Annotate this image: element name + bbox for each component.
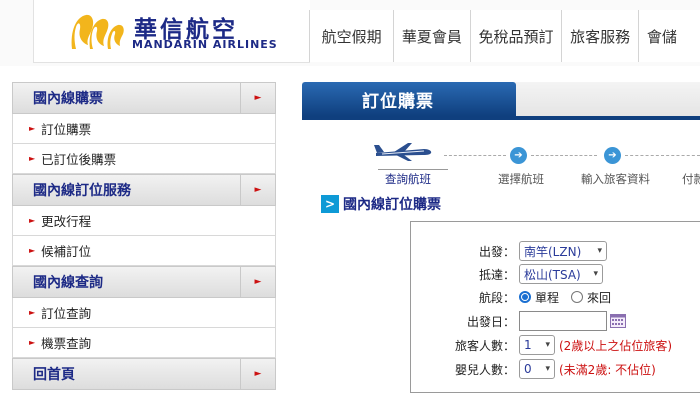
- bullet-arrow-icon: ►: [29, 308, 36, 317]
- arrow-right-icon: ►: [240, 83, 275, 113]
- chevron-right-icon: >: [321, 195, 339, 213]
- round-trip-label: 來回: [587, 290, 612, 305]
- step-select-flight: 選擇航班: [498, 172, 544, 186]
- infants-value: 0: [524, 362, 532, 376]
- sidebar-section-label: 國內線查詢: [33, 275, 103, 291]
- step-connector: [531, 155, 597, 156]
- chevron-down-icon: ▾: [545, 340, 550, 350]
- chevron-down-icon: ▾: [545, 364, 550, 374]
- airplane-icon: [374, 143, 432, 161]
- section-title: > 國內線訂位購票: [321, 193, 441, 215]
- passengers-note: (2歲以上之佔位旅客): [559, 338, 672, 353]
- sidebar-item-label: 訂位購票: [41, 122, 92, 137]
- trip-type-row: 航段： 單程 來回: [411, 286, 700, 308]
- tab-book-ticket[interactable]: 訂位購票: [302, 82, 516, 116]
- bullet-arrow-icon: ►: [29, 124, 36, 133]
- arrow-right-circle-icon: ➔: [510, 147, 527, 164]
- section-title-text: 國內線訂位購票: [343, 197, 441, 213]
- step-search-flight: 查詢航班: [385, 172, 431, 186]
- sidebar-item-ticket-inquiry[interactable]: ► 機票查詢: [12, 328, 276, 358]
- step-active-underline: [378, 169, 448, 170]
- top-nav-service[interactable]: 旅客服務: [561, 10, 638, 62]
- infants-select[interactable]: 0 ▾: [519, 359, 555, 379]
- sidebar-item-label: 已訂位後購票: [41, 152, 117, 167]
- passengers-value: 1: [524, 338, 532, 352]
- bullet-arrow-icon: ►: [29, 154, 36, 163]
- chevron-down-icon: ▾: [597, 246, 602, 256]
- chevron-down-icon: ▾: [593, 269, 598, 279]
- arrow-right-circle-icon: ➔: [604, 147, 621, 164]
- step-payment: 付款: [682, 172, 700, 186]
- passengers-row: 旅客人數： 1 ▾ (2歲以上之佔位旅客): [411, 334, 700, 356]
- step-connector: [444, 155, 506, 156]
- mandarin-airlines-logo-icon: [71, 14, 124, 50]
- one-way-radio[interactable]: [519, 291, 531, 303]
- sidebar-section-label: 國內線購票: [33, 91, 103, 107]
- passengers-label: 旅客人數：: [454, 338, 515, 353]
- sidebar-item-booking-inquiry[interactable]: ► 訂位查詢: [12, 298, 276, 328]
- sidebar-item-waitlist[interactable]: ► 候補訂位: [12, 236, 276, 266]
- booking-steps: ➔ ➔ 查詢航班 選擇航班 輸入旅客資料 付款: [372, 138, 700, 188]
- sidebar-item-label: 更改行程: [41, 214, 92, 229]
- departure-row: 出發： 南竿(LZN) ▾: [411, 240, 700, 262]
- arrow-right-icon: ►: [240, 267, 275, 297]
- infants-row: 嬰兒人數： 0 ▾ (未滿2歲: 不佔位): [411, 358, 700, 380]
- arrow-right-icon: ►: [240, 175, 275, 205]
- sidebar-item-book-ticket[interactable]: ► 訂位購票: [12, 114, 276, 144]
- date-label: 出發日：: [466, 314, 515, 329]
- bullet-arrow-icon: ►: [29, 216, 36, 225]
- passengers-select[interactable]: 1 ▾: [519, 335, 555, 355]
- sidebar-item-label: 訂位查詢: [41, 306, 92, 321]
- top-nav-truncated[interactable]: 會儲: [637, 10, 700, 62]
- sidebar-item-label: 機票查詢: [41, 336, 92, 351]
- round-trip-radio[interactable]: [571, 291, 584, 303]
- brand-name-en: MANDARIN AIRLINES: [132, 38, 278, 51]
- trip-type-label: 航段：: [478, 290, 515, 305]
- bullet-arrow-icon: ►: [29, 338, 36, 347]
- sidebar-section-domestic-ticket[interactable]: 國內線購票 ►: [12, 82, 276, 114]
- sidebar: 國內線購票 ► ► 訂位購票 ► 已訂位後購票 國內線訂位服務 ► ► 更改行程…: [12, 82, 276, 390]
- calendar-icon[interactable]: [610, 314, 626, 328]
- step-connector: [625, 155, 700, 156]
- departure-select[interactable]: 南竿(LZN) ▾: [519, 241, 607, 261]
- brand-logo[interactable]: 華信航空 MANDARIN AIRLINES: [33, 0, 310, 63]
- arrow-right-icon: ►: [240, 359, 275, 389]
- sidebar-section-booking-service[interactable]: 國內線訂位服務 ►: [12, 174, 276, 206]
- departure-value: 南竿(LZN): [524, 244, 582, 259]
- bullet-arrow-icon: ►: [29, 246, 36, 255]
- top-nav-dutyfree[interactable]: 免稅品預訂: [469, 10, 562, 62]
- departure-label: 出發：: [478, 244, 515, 259]
- step-passenger-info: 輸入旅客資料: [581, 172, 650, 186]
- sidebar-section-label: 國內線訂位服務: [33, 183, 131, 199]
- infants-note: (未滿2歲: 不佔位): [559, 362, 656, 377]
- arrival-label: 抵達：: [478, 267, 515, 282]
- sidebar-section-inquiry[interactable]: 國內線查詢 ►: [12, 266, 276, 298]
- sidebar-item-change-itinerary[interactable]: ► 更改行程: [12, 206, 276, 236]
- date-row: 出發日：: [411, 310, 700, 332]
- sidebar-item-booked-purchase[interactable]: ► 已訂位後購票: [12, 144, 276, 174]
- arrival-value: 松山(TSA): [524, 267, 581, 282]
- arrival-row: 抵達： 松山(TSA) ▾: [411, 263, 700, 285]
- departure-date-input[interactable]: [519, 311, 607, 331]
- sidebar-item-label: 候補訂位: [41, 244, 92, 259]
- top-nav: 航空假期 華夏會員 免稅品預訂 旅客服務 會儲: [309, 10, 700, 62]
- arrival-select[interactable]: 松山(TSA) ▾: [519, 264, 603, 284]
- sidebar-section-label: 回首頁: [33, 367, 75, 383]
- top-nav-holiday[interactable]: 航空假期: [309, 10, 394, 62]
- booking-form: 出發： 南竿(LZN) ▾ 抵達： 松山(TSA) ▾ 航段： 單程 來回 出發…: [410, 221, 700, 393]
- one-way-label: 單程: [535, 290, 560, 305]
- sidebar-section-home[interactable]: 回首頁 ►: [12, 358, 276, 390]
- infants-label: 嬰兒人數：: [454, 362, 515, 377]
- top-nav-member[interactable]: 華夏會員: [393, 10, 470, 62]
